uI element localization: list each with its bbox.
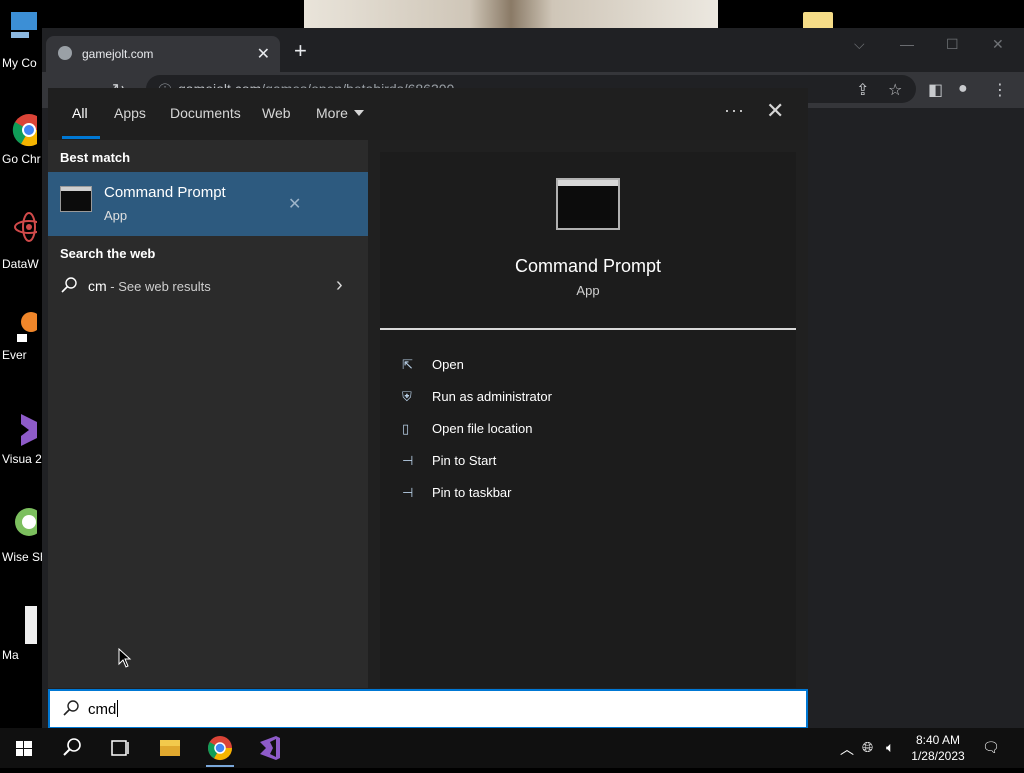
search-input[interactable]: cmd: [48, 689, 808, 729]
desktop-icon-visual-studio[interactable]: Visua 2: [0, 410, 44, 467]
desktop-icon-everything[interactable]: Ever: [0, 306, 44, 363]
dismiss-icon[interactable]: ✕: [288, 194, 301, 214]
clock-time: 8:40 AM: [915, 733, 961, 747]
star-icon[interactable]: ☆: [888, 80, 902, 100]
taskbar: ︿ 🌐︎ 🔈︎ 8:40 AM 1/28/2023 🗨︎: [0, 728, 1024, 768]
tab-web[interactable]: Web: [262, 105, 291, 121]
task-view-icon: [111, 740, 129, 756]
atom-icon: [14, 212, 37, 242]
tab-title: gamejolt.com: [82, 47, 154, 61]
search-icon: [63, 738, 81, 756]
search-web-heading: Search the web: [60, 246, 156, 261]
notifications-icon[interactable]: 🗨︎: [982, 739, 1000, 756]
tab-documents[interactable]: Documents: [170, 105, 241, 121]
mouse-pointer-icon: [118, 648, 132, 668]
chrome-taskbar-button[interactable]: [196, 728, 244, 768]
desktop-icon-manual[interactable]: Ma: [0, 602, 44, 663]
wallpaper-photo-top: [304, 0, 718, 28]
maximize-button[interactable]: ☐: [946, 36, 959, 53]
side-panel-icon[interactable]: ◧: [928, 80, 943, 100]
profile-icon[interactable]: ●: [958, 80, 968, 98]
browser-tab[interactable]: gamejolt.com ✕: [46, 36, 280, 72]
start-search-panel: All Apps Documents Web More ··· ✕ Best m…: [48, 88, 808, 688]
command-prompt-icon: [60, 186, 92, 212]
more-options-icon[interactable]: ···: [724, 100, 745, 121]
share-icon[interactable]: ⇪: [856, 80, 869, 100]
pin-icon: ⊣: [402, 453, 414, 468]
best-match-command-prompt[interactable]: Command Prompt App ✕: [48, 172, 368, 236]
best-match-title: Command Prompt: [104, 184, 226, 201]
start-button[interactable]: [0, 728, 48, 768]
search-tabs: All Apps Documents Web More ··· ✕: [48, 88, 808, 140]
results-list: Best match Command Prompt App ✕ Search t…: [48, 140, 368, 688]
pin-icon: ⊣: [402, 485, 414, 500]
browser-titlebar: gamejolt.com ✕ + ⌵ — ☐ ✕: [42, 28, 1024, 72]
document-icon: [25, 606, 37, 644]
shield-icon: ⛨: [402, 389, 412, 404]
visual-studio-icon: [21, 414, 37, 446]
computer-icon: [11, 12, 37, 38]
globe-icon: [58, 46, 72, 60]
close-window-button[interactable]: ✕: [992, 36, 1004, 53]
magnifier-app-icon: [17, 312, 37, 342]
open-icon: ⇱: [402, 357, 413, 372]
visual-studio-taskbar-button[interactable]: [244, 728, 292, 768]
chrome-icon: [12, 114, 37, 147]
active-tab-indicator: [62, 136, 100, 139]
web-query: cm: [88, 278, 107, 294]
search-icon: [63, 700, 79, 716]
page-content: [806, 108, 1024, 728]
desktop-icon-my-computer[interactable]: My Co: [0, 10, 44, 71]
search-icon: [61, 277, 77, 293]
new-tab-button[interactable]: +: [294, 40, 307, 62]
visual-studio-icon: [260, 736, 280, 760]
web-result-row[interactable]: cm - See web results ›: [48, 272, 368, 302]
preview-divider: [380, 328, 796, 330]
desktop-icon-wise-shutdown[interactable]: Wise Shut: [0, 500, 44, 565]
volume-icon[interactable]: 🔈︎: [886, 739, 894, 756]
clock[interactable]: 8:40 AM 1/28/2023: [906, 732, 970, 764]
search-query: cmd: [88, 700, 119, 718]
menu-icon[interactable]: ⋮: [992, 80, 1008, 100]
text-caret: [117, 700, 119, 717]
close-tab-icon[interactable]: ✕: [257, 44, 270, 64]
best-match-subtitle: App: [104, 208, 128, 223]
web-results-hint: - See web results: [106, 279, 211, 294]
show-hidden-icons-icon[interactable]: ︿: [840, 739, 854, 759]
taskbar-search-button[interactable]: [48, 728, 96, 768]
network-icon[interactable]: 🌐︎: [862, 739, 873, 756]
power-app-icon: [15, 508, 37, 536]
caret-down-icon: [353, 110, 364, 116]
tab-apps[interactable]: Apps: [114, 105, 146, 121]
chevron-right-icon[interactable]: ›: [336, 274, 343, 297]
preview-title: Command Prompt: [514, 256, 662, 276]
best-match-heading: Best match: [60, 150, 131, 165]
file-explorer-button[interactable]: [146, 728, 194, 768]
clock-date: 1/28/2023: [911, 749, 965, 763]
desktop-icon-datawrangler[interactable]: DataW: [0, 205, 44, 272]
close-icon[interactable]: ✕: [766, 100, 784, 122]
folder-icon: [160, 740, 180, 756]
preview-pane: Command Prompt App ⇱ Open ⛨ Run as admin…: [380, 152, 796, 688]
preview-subtitle: App: [576, 283, 600, 298]
file-location-icon: ▯: [402, 421, 410, 436]
desktop-icon-google-chrome[interactable]: Go Chr: [0, 108, 44, 167]
chevron-down-icon[interactable]: ⌵: [854, 36, 865, 53]
tab-all[interactable]: All: [72, 105, 88, 121]
command-prompt-large-icon: [556, 178, 620, 230]
task-view-button[interactable]: [96, 728, 144, 768]
chrome-icon: [206, 736, 234, 767]
minimize-button[interactable]: —: [900, 36, 914, 52]
windows-logo-icon: [16, 741, 32, 756]
tab-more[interactable]: More: [316, 105, 364, 121]
